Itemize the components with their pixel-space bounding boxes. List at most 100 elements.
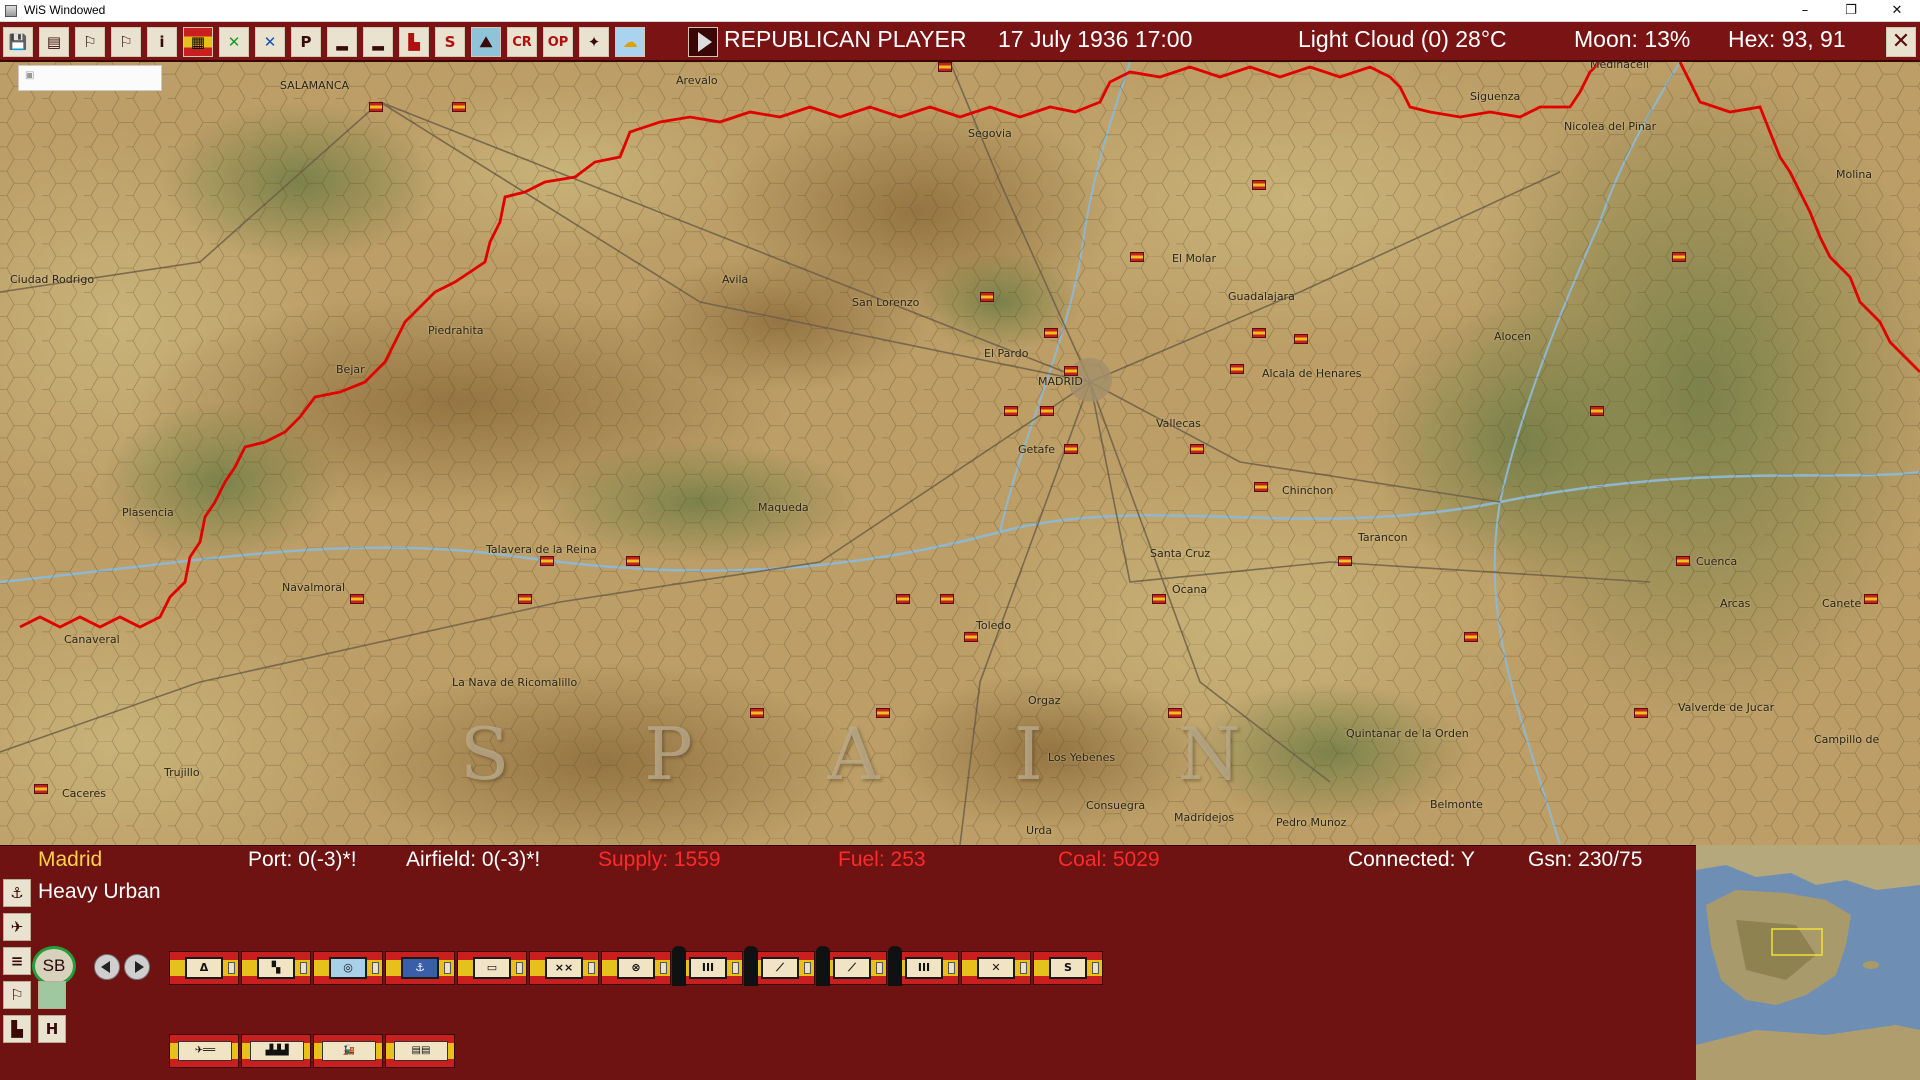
- town-label[interactable]: Consuegra: [1086, 799, 1145, 812]
- factory-build-button[interactable]: ▟▟▟: [241, 1034, 311, 1068]
- unit-counter[interactable]: III: [672, 946, 743, 986]
- unit-counter[interactable]: III: [888, 946, 959, 986]
- town-label[interactable]: Nicolea del Pinar: [1564, 120, 1656, 133]
- town-label[interactable]: Canaveral: [64, 633, 120, 646]
- town-label[interactable]: Molina: [1836, 168, 1872, 181]
- map-view[interactable]: ▣ S P A I N SALAMANCA Arevalo Segovia Si…: [0, 62, 1920, 845]
- unit-counter[interactable]: S: [1033, 951, 1103, 985]
- minimize-button[interactable]: –: [1782, 0, 1828, 22]
- town-label[interactable]: Ocana: [1172, 583, 1207, 596]
- production-icon[interactable]: ⚐: [111, 27, 141, 57]
- town-label[interactable]: Vallecas: [1156, 417, 1201, 430]
- town-label[interactable]: Plasencia: [122, 506, 174, 519]
- town-label[interactable]: Pedro Munoz: [1276, 816, 1346, 829]
- combat-results-icon[interactable]: CR: [507, 27, 537, 57]
- unit-counter[interactable]: ◎: [313, 951, 383, 985]
- next-unit-button[interactable]: [124, 954, 150, 980]
- report-icon[interactable]: ▤: [39, 27, 69, 57]
- info-icon[interactable]: i: [147, 27, 177, 57]
- weather-icon[interactable]: ☁: [615, 27, 645, 57]
- town-label[interactable]: Arcas: [1720, 597, 1750, 610]
- unit-counter[interactable]: ⚓: [385, 951, 455, 985]
- unit-counter[interactable]: ✕: [961, 951, 1031, 985]
- town-label[interactable]: Segovia: [968, 127, 1012, 140]
- town-label[interactable]: Madridejos: [1174, 811, 1234, 824]
- town-label[interactable]: Talavera de la Reina: [486, 543, 597, 556]
- town-label[interactable]: Toledo: [976, 619, 1011, 632]
- unit-counter[interactable]: ▭: [457, 951, 527, 985]
- town-label[interactable]: Los Yebenes: [1048, 751, 1115, 764]
- political-icon[interactable]: P: [291, 27, 321, 57]
- save-icon[interactable]: 💾: [3, 27, 33, 57]
- town-label[interactable]: Navalmoral: [282, 581, 345, 594]
- town-label[interactable]: Santa Cruz: [1150, 547, 1210, 560]
- green-axes-icon[interactable]: ✕: [219, 27, 249, 57]
- unit-counter[interactable]: ⟋: [744, 946, 815, 986]
- unit-counter[interactable]: ⟋: [816, 946, 887, 986]
- town-label[interactable]: Quintanar de la Orden: [1346, 727, 1469, 740]
- operations-icon[interactable]: OP: [543, 27, 573, 57]
- town-label[interactable]: La Nava de Ricomalillo: [452, 676, 577, 689]
- minimap[interactable]: [1696, 845, 1920, 1080]
- window-close-button[interactable]: ✕: [1874, 0, 1920, 22]
- town-label[interactable]: Maqueda: [758, 501, 809, 514]
- town-label[interactable]: Cuenca: [1696, 555, 1737, 568]
- blue-axes-icon[interactable]: ✕: [255, 27, 285, 57]
- h-button[interactable]: H: [38, 1015, 66, 1043]
- town-label[interactable]: Getafe: [1018, 443, 1055, 456]
- town-label[interactable]: MADRID: [1038, 375, 1083, 388]
- end-turn-button[interactable]: [688, 27, 718, 57]
- rail-build-button[interactable]: 🚂: [313, 1034, 383, 1068]
- unit-counter[interactable]: ××: [529, 951, 599, 985]
- previous-unit-button[interactable]: [94, 954, 120, 980]
- town-label[interactable]: Belmonte: [1430, 798, 1483, 811]
- town-label[interactable]: Tarancon: [1358, 531, 1408, 544]
- town-label[interactable]: Caceres: [62, 787, 106, 800]
- map-toggle-icon[interactable]: [38, 981, 66, 1009]
- supply-icon[interactable]: S: [435, 27, 465, 57]
- rail-icon[interactable]: ▂: [327, 27, 357, 57]
- town-label[interactable]: Ciudad Rodrigo: [10, 273, 94, 286]
- town-label[interactable]: Arevalo: [676, 74, 718, 87]
- fortification-build-button[interactable]: ▤▤: [385, 1034, 455, 1068]
- town-label[interactable]: Avila: [722, 273, 748, 286]
- unit-counter[interactable]: ⊗: [601, 951, 671, 985]
- town-label[interactable]: El Pardo: [984, 347, 1028, 360]
- factory-icon[interactable]: ▙: [399, 27, 429, 57]
- terrain-icon[interactable]: ⛰: [471, 27, 501, 57]
- town-label[interactable]: Urda: [1026, 824, 1052, 837]
- unit-counter[interactable]: ▚: [241, 951, 311, 985]
- town-label[interactable]: Campillo de: [1814, 733, 1879, 746]
- restore-button[interactable]: ❐: [1828, 0, 1874, 22]
- naval-icon[interactable]: ⚓: [3, 879, 31, 907]
- town-label[interactable]: Siguenza: [1470, 90, 1520, 103]
- research-icon[interactable]: ⚐: [75, 27, 105, 57]
- town-label[interactable]: Medinaceli: [1590, 62, 1649, 71]
- industry-icon[interactable]: ▙: [3, 1015, 31, 1043]
- town-label[interactable]: Chinchon: [1282, 484, 1333, 497]
- town-label[interactable]: Bejar: [336, 363, 365, 376]
- town-label[interactable]: Alcala de Henares: [1262, 367, 1361, 380]
- airfield-build-button[interactable]: ✈══: [169, 1034, 239, 1068]
- town-label[interactable]: SALAMANCA: [280, 79, 349, 92]
- options-icon[interactable]: ✦: [579, 27, 609, 57]
- unit-counter[interactable]: Δ: [169, 951, 239, 985]
- flag-icon: [1152, 594, 1166, 604]
- road-icon[interactable]: ▂: [363, 27, 393, 57]
- town-label[interactable]: Valverde de Jucar: [1678, 701, 1774, 714]
- close-game-icon[interactable]: ✕: [1886, 27, 1916, 57]
- land-icon[interactable]: ≡: [3, 947, 31, 975]
- air-icon[interactable]: ✈: [3, 913, 31, 941]
- town-label[interactable]: Alocen: [1494, 330, 1531, 343]
- town-label[interactable]: Guadalajara: [1228, 290, 1295, 303]
- flag-toggle-icon[interactable]: ⚐: [3, 981, 31, 1009]
- town-label[interactable]: El Molar: [1172, 252, 1216, 265]
- town-label[interactable]: Trujillo: [164, 766, 200, 779]
- floating-mini-window[interactable]: ▣: [18, 65, 162, 91]
- town-label[interactable]: Orgaz: [1028, 694, 1060, 707]
- sb-button[interactable]: SB: [32, 946, 76, 986]
- town-label[interactable]: Canete: [1822, 597, 1861, 610]
- flag-icon[interactable]: ▦: [183, 27, 213, 57]
- town-label[interactable]: San Lorenzo: [852, 296, 919, 309]
- town-label[interactable]: Piedrahita: [428, 324, 484, 337]
